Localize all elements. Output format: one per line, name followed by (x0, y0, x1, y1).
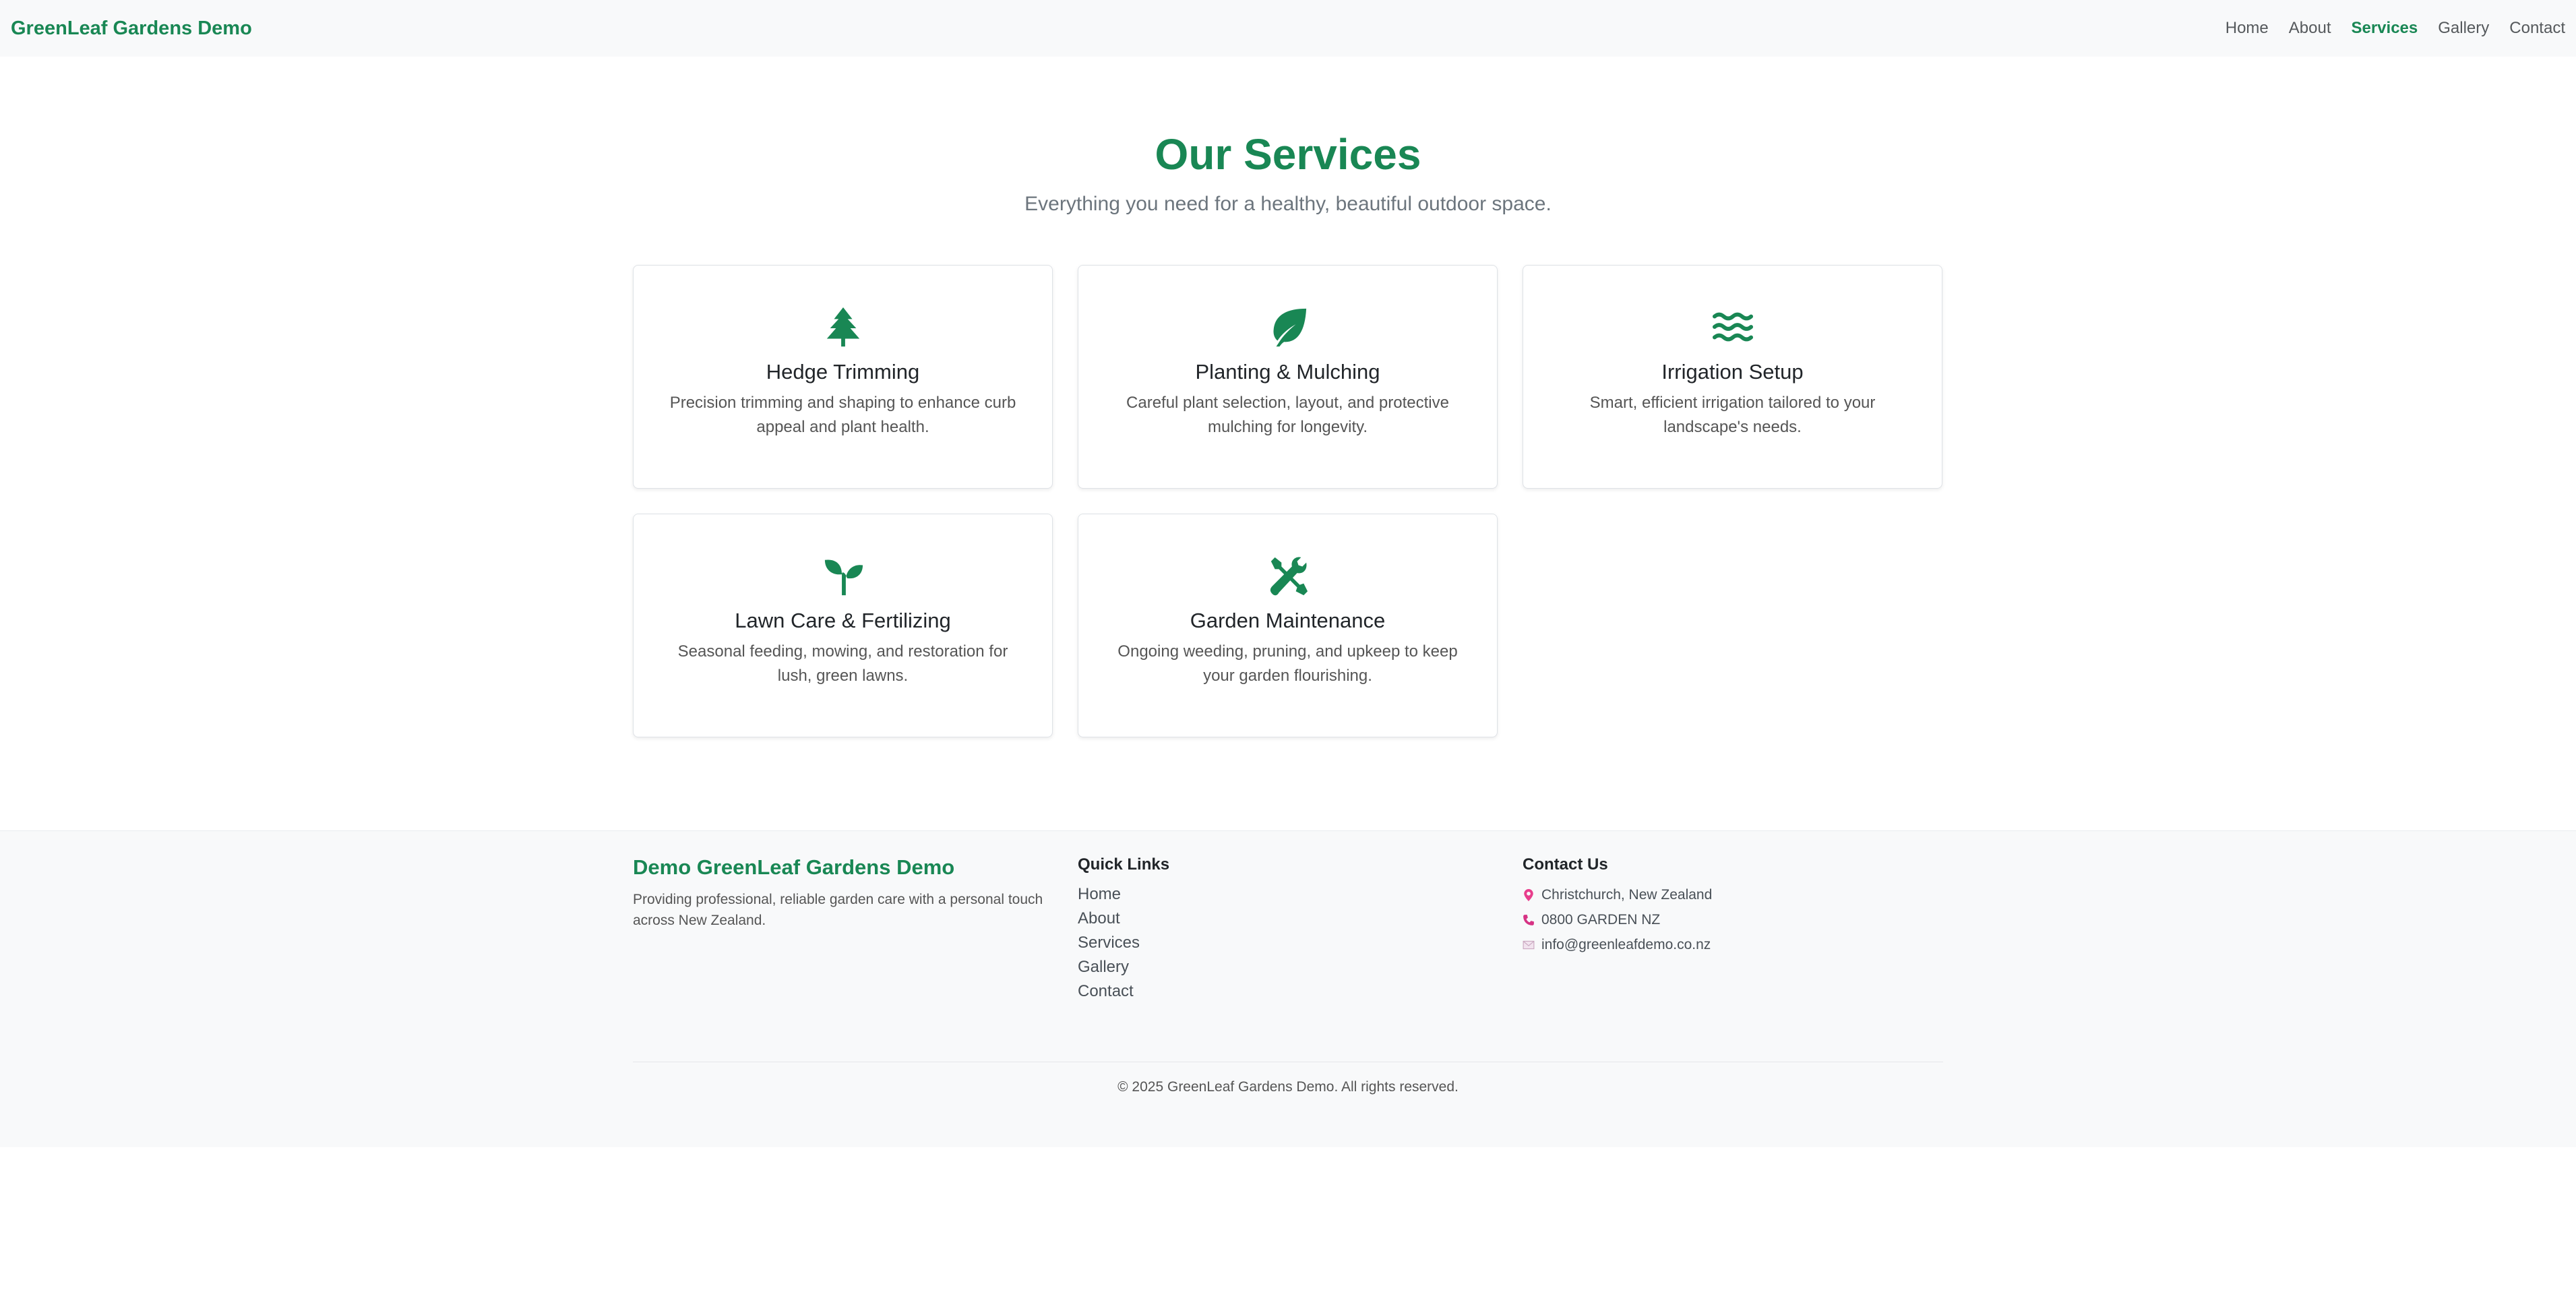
envelope-icon (1523, 940, 1535, 949)
tree-icon (661, 306, 1025, 348)
contact-phone-text: 0800 GARDEN NZ (1541, 911, 1661, 927)
contact-phone: 0800 GARDEN NZ (1523, 907, 1940, 932)
footer-link-about[interactable]: About (1078, 907, 1496, 931)
nav-home[interactable]: Home (2226, 19, 2269, 38)
page-subtitle: Everything you need for a healthy, beaut… (1024, 193, 1552, 216)
site-footer: Demo GreenLeaf Gardens Demo Providing pr… (0, 830, 2576, 1147)
contact-location-text: Christchurch, New Zealand (1541, 886, 1713, 903)
service-card-garden-maintenance: Garden Maintenance Ongoing weeding, prun… (1078, 514, 1498, 738)
brand-logo[interactable]: GreenLeaf Gardens Demo (11, 18, 252, 40)
service-title: Lawn Care & Fertilizing (735, 609, 951, 633)
quick-links-list: Home About Services Gallery Contact (1078, 882, 1496, 1004)
service-title: Hedge Trimming (766, 360, 920, 384)
contact-title: Contact Us (1523, 855, 1608, 874)
service-card-planting-mulching: Planting & Mulching Careful plant select… (1078, 265, 1498, 489)
service-description: Ongoing weeding, pruning, and upkeep to … (1117, 642, 1458, 685)
leaf-icon (1105, 306, 1470, 348)
footer-about: Demo GreenLeaf Gardens Demo Providing pr… (633, 855, 1051, 931)
footer-link-services[interactable]: Services (1078, 931, 1496, 955)
footer-inner: Demo GreenLeaf Gardens Demo Providing pr… (633, 831, 1943, 1147)
nav-contact[interactable]: Contact (2509, 19, 2565, 38)
footer-brand: Demo GreenLeaf Gardens Demo (633, 855, 955, 879)
service-description: Smart, efficient irrigation tailored to … (1589, 394, 1876, 437)
footer-contact: Contact Us Christchurch, New Zealand 080… (1523, 855, 1940, 957)
service-card-hedge-trimming: Hedge Trimming Precision trimming and sh… (633, 265, 1053, 489)
phone-icon (1523, 914, 1534, 925)
services-grid: Hedge Trimming Precision trimming and sh… (633, 265, 1943, 738)
footer-description: Providing professional, reliable garden … (633, 892, 1043, 928)
nav-about[interactable]: About (2289, 19, 2331, 38)
contact-location: Christchurch, New Zealand (1523, 882, 1940, 907)
footer-quick-links: Quick Links Home About Services Gallery … (1078, 855, 1496, 1004)
nav-services[interactable]: Services (2351, 19, 2418, 38)
footer-link-gallery[interactable]: Gallery (1078, 955, 1496, 979)
navbar: GreenLeaf Gardens Demo Home About Servic… (0, 0, 2576, 57)
seedling-icon (661, 555, 1025, 597)
service-card-lawn-care: Lawn Care & Fertilizing Seasonal feeding… (633, 514, 1053, 738)
service-description: Precision trimming and shaping to enhanc… (669, 394, 1016, 437)
service-description: Seasonal feeding, mowing, and restoratio… (677, 642, 1008, 685)
service-card-irrigation-setup: Irrigation Setup Smart, efficient irriga… (1523, 265, 1942, 489)
tools-icon (1105, 555, 1470, 597)
contact-email: info@greenleafdemo.co.nz (1523, 932, 1940, 957)
footer-link-home[interactable]: Home (1078, 882, 1496, 907)
page-title: Our Services (1155, 130, 1421, 179)
footer-link-contact[interactable]: Contact (1078, 979, 1496, 1004)
service-title: Irrigation Setup (1661, 360, 1804, 384)
water-waves-icon (1550, 306, 1915, 348)
nav-links: Home About Services Gallery Contact (2226, 19, 2565, 38)
service-description: Careful plant selection, layout, and pro… (1126, 394, 1449, 437)
service-title: Garden Maintenance (1190, 609, 1386, 633)
contact-email-text[interactable]: info@greenleafdemo.co.nz (1541, 937, 1711, 953)
copyright: © 2025 GreenLeaf Gardens Demo. All right… (1117, 1079, 1459, 1095)
service-title: Planting & Mulching (1195, 360, 1380, 384)
quick-links-title: Quick Links (1078, 855, 1170, 874)
nav-gallery[interactable]: Gallery (2438, 19, 2489, 38)
services-hero: Our Services Everything you need for a h… (0, 57, 2576, 216)
map-pin-icon (1524, 888, 1533, 901)
